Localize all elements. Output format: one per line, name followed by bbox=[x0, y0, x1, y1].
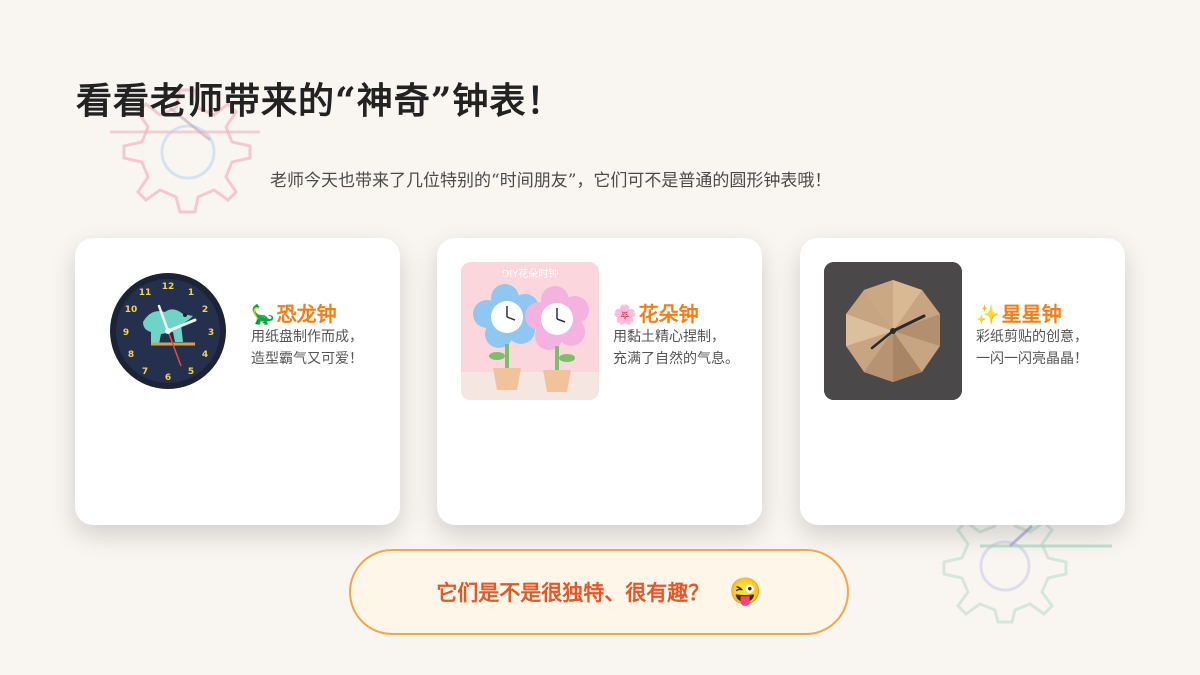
svg-text:8: 8 bbox=[128, 350, 134, 360]
card-title-text: 恐龙钟 bbox=[276, 302, 337, 326]
card-description: 用黏土精心捏制， 充满了自然的气息。 bbox=[613, 326, 739, 370]
svg-text:9: 9 bbox=[123, 328, 129, 338]
svg-text:10: 10 bbox=[125, 305, 138, 315]
dinosaur-clock-image: 12 1 2 3 4 5 6 7 8 9 10 11 bbox=[99, 262, 237, 400]
svg-text:3: 3 bbox=[208, 328, 214, 338]
dinosaur-icon: 🦕 bbox=[251, 304, 275, 326]
flower-icon: 🌸 bbox=[613, 304, 637, 326]
svg-text:11: 11 bbox=[139, 288, 152, 298]
flower-clock-image: DIY花朵时钟 bbox=[461, 262, 599, 400]
question-banner: 它们是不是很独特、很有趣？ 😜 bbox=[349, 549, 849, 635]
sparkles-icon: ✨ bbox=[976, 304, 1000, 326]
card-description-line: 用黏土精心捏制， bbox=[613, 329, 725, 345]
card-description-line: 充满了自然的气息。 bbox=[613, 351, 739, 367]
flower-clock-banner: DIY花朵时钟 bbox=[502, 267, 559, 280]
card-title-text: 星星钟 bbox=[1001, 302, 1062, 326]
svg-text:5: 5 bbox=[188, 367, 194, 377]
card-description-line: 造型霸气又可爱！ bbox=[251, 351, 363, 367]
card-title-text: 花朵钟 bbox=[638, 302, 699, 326]
card-star-clock: ✨ 星星钟 彩纸剪贴的创意， 一闪一闪亮晶晶！ bbox=[800, 238, 1125, 525]
star-clock-image bbox=[824, 262, 962, 400]
card-description-line: 用纸盘制作而成， bbox=[251, 329, 363, 345]
card-description-line: 一闪一闪亮晶晶！ bbox=[976, 351, 1088, 367]
card-description-line: 彩纸剪贴的创意， bbox=[976, 329, 1088, 345]
question-text: 它们是不是很独特、很有趣？ bbox=[436, 580, 710, 605]
page-subtitle: 老师今天也带来了几位特别的“时间朋友”，它们可不是普通的圆形钟表哦！ bbox=[270, 171, 832, 191]
card-dinosaur-clock: 12 1 2 3 4 5 6 7 8 9 10 11 🦕 恐龙钟 用纸盘制作而成… bbox=[75, 238, 400, 525]
card-description: 用纸盘制作而成， 造型霸气又可爱！ bbox=[251, 326, 363, 370]
card-title: 🦕 恐龙钟 bbox=[251, 298, 337, 327]
card-description: 彩纸剪贴的创意， 一闪一闪亮晶晶！ bbox=[976, 326, 1088, 370]
svg-text:4: 4 bbox=[202, 350, 208, 360]
card-title: 🌸 花朵钟 bbox=[613, 298, 699, 327]
page-title: 看看老师带来的“神奇”钟表！ bbox=[76, 80, 564, 122]
winking-tongue-face-icon: 😜 bbox=[729, 577, 762, 607]
svg-text:2: 2 bbox=[202, 305, 208, 315]
card-title: ✨ 星星钟 bbox=[976, 298, 1062, 327]
card-flower-clock: DIY花朵时钟 🌸 花朵钟 用黏土精心捏制， 充满了自然的气息。 bbox=[437, 238, 762, 525]
svg-text:1: 1 bbox=[188, 288, 194, 298]
svg-text:12: 12 bbox=[162, 282, 175, 292]
svg-text:6: 6 bbox=[165, 373, 171, 383]
svg-text:7: 7 bbox=[142, 367, 148, 377]
